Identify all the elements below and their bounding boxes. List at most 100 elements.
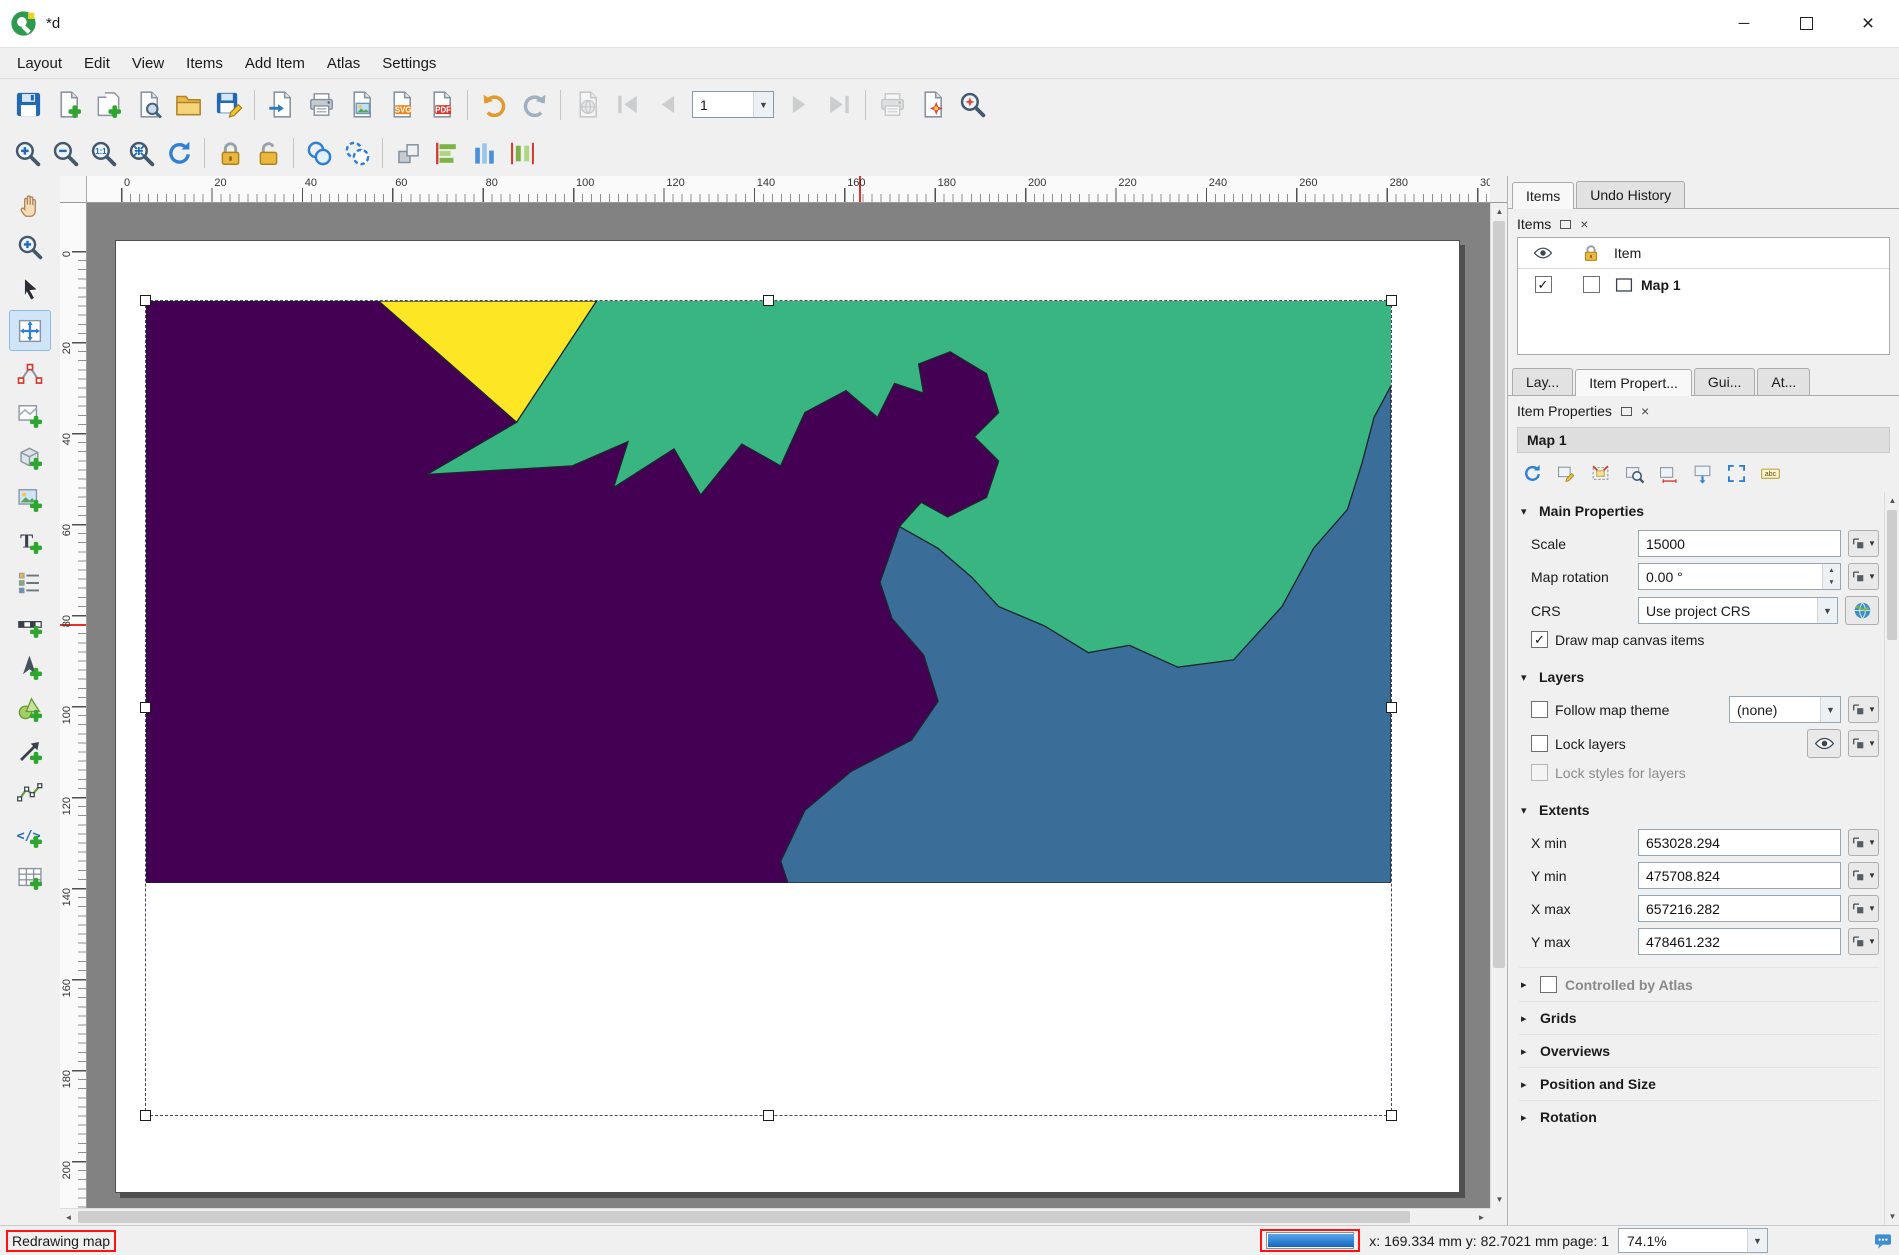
menu-atlas[interactable]: Atlas (316, 51, 371, 76)
layout-manager-button[interactable] (128, 85, 168, 125)
controlled-by-atlas-checkbox[interactable] (1540, 976, 1557, 993)
zoom-in-button[interactable] (8, 135, 46, 171)
next-feature-button[interactable] (779, 85, 819, 125)
add-map-button[interactable] (9, 394, 51, 435)
resize-handle-w[interactable] (140, 702, 151, 713)
vertical-scrollbar[interactable]: ▲ ▼ (1490, 203, 1507, 1208)
extents-header[interactable]: ▾ Extents (1519, 795, 1879, 823)
zoom-level-combo[interactable]: 74.1% ▼ (1618, 1228, 1768, 1253)
map-theme-combo[interactable]: (none) ▼ (1729, 696, 1841, 723)
layout-viewport[interactable] (87, 203, 1490, 1208)
layers-header[interactable]: ▾ Layers (1519, 662, 1879, 690)
resize-items-button[interactable] (465, 135, 503, 171)
resize-handle-nw[interactable] (140, 295, 151, 306)
align-items-button[interactable] (427, 135, 465, 171)
add-items-from-template-button[interactable] (168, 85, 208, 125)
last-feature-button[interactable] (819, 85, 859, 125)
y-min-data-defined-button[interactable]: ▼ (1848, 862, 1879, 889)
x-max-input[interactable] (1638, 895, 1841, 922)
spinbox-arrows[interactable]: ▲▼ (1822, 564, 1840, 589)
menu-layout[interactable]: Layout (6, 51, 73, 76)
tab-undo-history[interactable]: Undo History (1576, 181, 1685, 208)
distribute-items-button[interactable] (503, 135, 541, 171)
map1-visibility-checkbox[interactable]: ✓ (1535, 276, 1552, 293)
label-settings-button[interactable]: abc (1755, 459, 1786, 488)
lock-styles-checkbox[interactable] (1531, 764, 1548, 781)
menu-settings[interactable]: Settings (371, 51, 447, 76)
resize-handle-se[interactable] (1386, 1110, 1397, 1121)
add-picture-button[interactable] (9, 478, 51, 519)
add-arrow-button[interactable] (9, 730, 51, 771)
new-layout-button[interactable] (48, 85, 88, 125)
main-properties-header[interactable]: ▾ Main Properties (1519, 496, 1879, 524)
atlas-settings-button[interactable] (912, 85, 952, 125)
zoom-full-extent-button[interactable] (122, 135, 160, 171)
visibility-presets-button[interactable] (1807, 729, 1841, 758)
y-max-input[interactable] (1638, 928, 1841, 955)
y-max-data-defined-button[interactable]: ▼ (1848, 928, 1879, 955)
lock-layers-data-defined-button[interactable]: ▼ (1848, 730, 1879, 757)
atlas-page-combo[interactable]: 1▼ (692, 91, 774, 118)
resize-handle-n[interactable] (763, 295, 774, 306)
load-from-template-button[interactable] (261, 85, 301, 125)
properties-scrollbar[interactable]: ▲ ▼ (1884, 492, 1899, 1225)
resize-handle-s[interactable] (763, 1110, 774, 1121)
scroll-down-arrow-icon[interactable]: ▼ (1491, 1191, 1508, 1208)
map-rotation-spinbox[interactable]: ▲▼ (1638, 563, 1841, 590)
zoom-tool[interactable] (9, 226, 51, 267)
set-frame-to-extent-button[interactable] (1687, 459, 1718, 488)
rotation-data-defined-button[interactable]: ▼ (1848, 563, 1879, 590)
properties-scroll-thumb[interactable] (1887, 510, 1897, 640)
print-atlas-button[interactable] (872, 85, 912, 125)
add-node-item-button[interactable] (9, 772, 51, 813)
resize-handle-e[interactable] (1386, 702, 1397, 713)
tab-items[interactable]: Items (1512, 182, 1574, 209)
resize-handle-ne[interactable] (1386, 295, 1397, 306)
y-min-input[interactable] (1638, 862, 1841, 889)
menu-add-item[interactable]: Add Item (234, 51, 316, 76)
theme-data-defined-button[interactable]: ▼ (1848, 696, 1879, 723)
export-as-svg-button[interactable]: SVG (381, 85, 421, 125)
add-legend-button[interactable] (9, 562, 51, 603)
undo-button[interactable] (474, 85, 514, 125)
draw-map-canvas-items-checkbox[interactable]: ✓ (1531, 631, 1548, 648)
print-layout-button[interactable] (301, 85, 341, 125)
move-item-content-tool[interactable] (9, 310, 51, 351)
interactively-edit-map-extent-button[interactable] (1551, 459, 1582, 488)
select-move-item-tool[interactable] (9, 268, 51, 309)
export-as-image-button[interactable] (341, 85, 381, 125)
preview-atlas-button[interactable] (567, 85, 607, 125)
layout-page[interactable] (115, 240, 1460, 1193)
lock-selected-items-button[interactable] (211, 135, 249, 171)
edit-nodes-item-tool[interactable] (9, 352, 51, 393)
items-tree-row-map1[interactable]: ✓ Map 1 (1518, 269, 1889, 300)
add-scalebar-button[interactable] (9, 604, 51, 645)
maximize-button[interactable] (1775, 0, 1837, 47)
zoom-out-button[interactable] (46, 135, 84, 171)
map-rotation-input[interactable] (1639, 564, 1822, 589)
scroll-left-arrow-icon[interactable]: ◄ (60, 1209, 77, 1226)
save-project-button[interactable] (8, 85, 48, 125)
add-shape-button[interactable] (9, 688, 51, 729)
x-min-data-defined-button[interactable]: ▼ (1848, 829, 1879, 856)
add-3d-map-button[interactable] (9, 436, 51, 477)
add-html-button[interactable]: </> (9, 814, 51, 855)
scroll-up-arrow-icon[interactable]: ▲ (1491, 203, 1508, 220)
export-as-pdf-button[interactable]: PDF (421, 85, 461, 125)
scroll-up-arrow-icon[interactable]: ▲ (1885, 492, 1899, 509)
set-map-scale-to-canvas-button[interactable] (1653, 459, 1684, 488)
items-panel-float-button[interactable] (1560, 220, 1571, 229)
items-panel-close-button[interactable]: × (1580, 216, 1588, 232)
follow-map-theme-checkbox[interactable] (1531, 701, 1548, 718)
refresh-view-button[interactable] (160, 135, 198, 171)
add-attribute-table-button[interactable] (9, 856, 51, 897)
section-rotation[interactable]: ▸Rotation (1519, 1100, 1879, 1133)
minimize-button[interactable]: ─ (1713, 0, 1775, 47)
crs-combo[interactable]: Use project CRS ▼ (1638, 597, 1838, 624)
tab-item-properties[interactable]: Item Propert... (1575, 369, 1692, 396)
section-controlled-by-atlas[interactable]: ▸Controlled by Atlas (1519, 967, 1879, 1001)
map1-lock-checkbox[interactable] (1583, 276, 1600, 293)
item-properties-close-button[interactable]: × (1641, 403, 1649, 419)
tab-guides[interactable]: Gui... (1694, 368, 1755, 395)
scroll-down-arrow-icon[interactable]: ▼ (1885, 1208, 1899, 1225)
